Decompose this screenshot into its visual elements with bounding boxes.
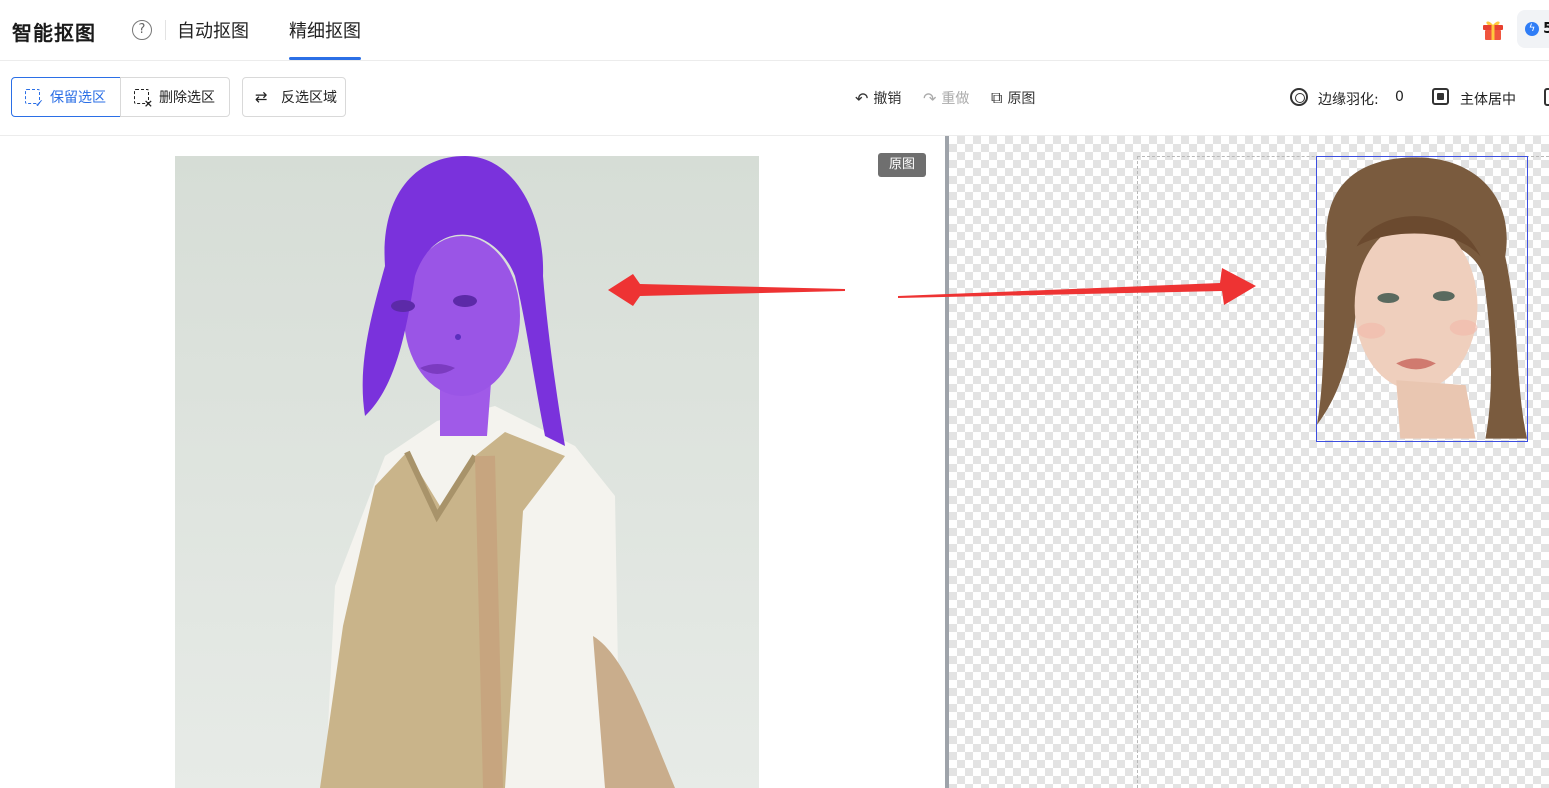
active-tab-indicator (289, 57, 361, 60)
redo-button[interactable]: ↷ 重做 (923, 88, 969, 108)
delete-selection-button[interactable]: × 删除选区 (120, 77, 230, 117)
cutout-result[interactable] (1316, 156, 1528, 442)
undo-label: 撤销 (873, 91, 902, 107)
original-image-icon: ⧉ (991, 88, 1003, 107)
credits-pill[interactable]: ϟ 5 (1517, 10, 1549, 48)
center-subject-label[interactable]: 主体居中 (1460, 89, 1516, 109)
tab-fine-cutout[interactable]: 精细抠图 (289, 17, 361, 43)
keep-selection-button[interactable]: ✓ 保留选区 (11, 77, 121, 117)
center-subject-icon[interactable] (1432, 88, 1449, 105)
bolt-icon: ϟ (1525, 22, 1539, 36)
tab-auto-cutout[interactable]: 自动抠图 (177, 17, 249, 43)
preview-canvas[interactable] (949, 136, 1549, 788)
undo-button[interactable]: ↶ 撤销 (855, 88, 901, 108)
swap-icon: ⇄ (255, 88, 268, 106)
invert-selection-button[interactable]: ⇄ 反选区域 (242, 77, 346, 117)
feather-value[interactable]: 0 (1395, 89, 1404, 105)
toolbar: ✓ 保留选区 × 删除选区 ⇄ 反选区域 ↶ 撤销 ↷ 重做 ⧉ 原图 边缘羽化… (0, 61, 1549, 136)
redo-icon: ↷ (923, 88, 937, 108)
app-title: 智能抠图 (12, 21, 96, 45)
original-image-button[interactable]: ⧉ 原图 (991, 88, 1035, 108)
keep-selection-label: 保留选区 (50, 90, 106, 106)
credits-count: 5 (1543, 19, 1549, 37)
more-tool-icon[interactable] (1544, 88, 1549, 106)
original-image-label: 原图 (1007, 91, 1036, 107)
help-icon[interactable]: ? (132, 20, 152, 40)
feather-label: 边缘羽化: (1318, 92, 1379, 108)
vertical-guide (1137, 156, 1138, 788)
keep-selection-icon: ✓ (24, 88, 44, 109)
delete-selection-label: 删除选区 (159, 90, 215, 106)
undo-icon: ↶ (855, 88, 869, 108)
redo-label: 重做 (941, 91, 970, 107)
source-photo[interactable] (175, 156, 759, 788)
original-badge: 原图 (878, 153, 926, 177)
invert-selection-label: 反选区域 (281, 90, 337, 106)
top-header: 智能抠图 ? 自动抠图 精细抠图 ϟ 5 (0, 0, 1549, 61)
cutout-image (1317, 157, 1527, 439)
edit-canvas[interactable]: 原图 (0, 136, 946, 788)
feather-icon (1290, 88, 1308, 106)
delete-selection-icon: × (133, 88, 153, 109)
gift-icon[interactable] (1480, 16, 1506, 42)
tab-divider (165, 20, 166, 40)
